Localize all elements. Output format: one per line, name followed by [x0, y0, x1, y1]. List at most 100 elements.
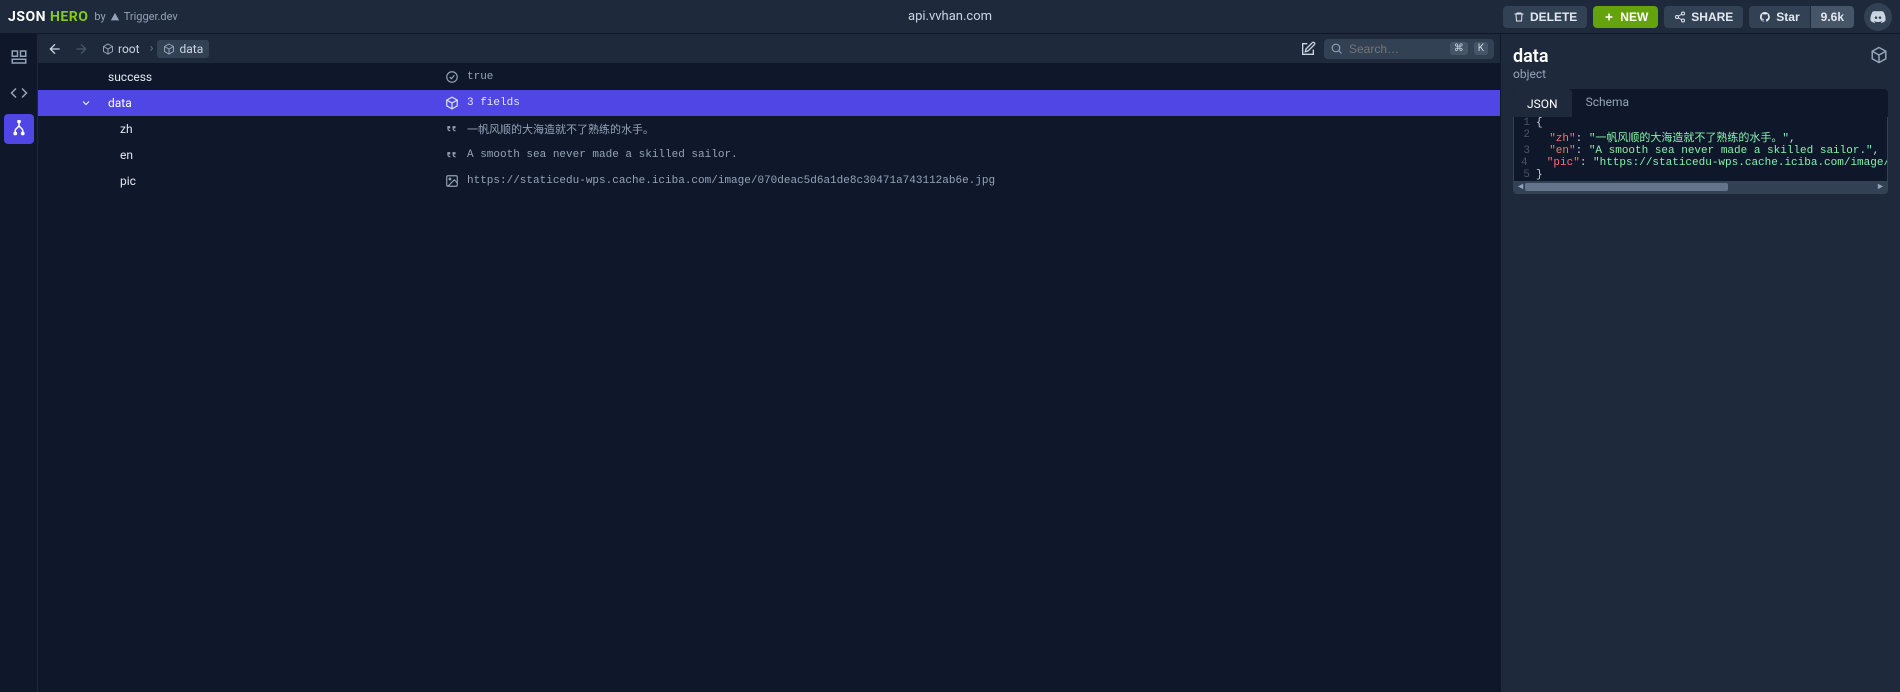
- view-columns-button[interactable]: [4, 42, 34, 72]
- cube-icon: [445, 96, 467, 110]
- code-text: ,: [1873, 145, 1880, 157]
- code-text: "zh": [1549, 133, 1575, 145]
- trigger-icon: [110, 12, 120, 22]
- quote-icon: [445, 122, 467, 136]
- star-count[interactable]: 9.6k: [1811, 6, 1854, 28]
- edit-icon: [1300, 41, 1316, 57]
- tab-json[interactable]: JSON: [1513, 89, 1572, 117]
- image-icon: [445, 174, 467, 188]
- expand-button[interactable]: [1870, 46, 1888, 64]
- arrow-left-icon: [47, 41, 63, 57]
- collapse-toggle[interactable]: [38, 97, 100, 109]
- panel-type: object: [1513, 67, 1549, 81]
- cube-icon: [163, 43, 175, 55]
- row-success[interactable]: success true: [38, 64, 1500, 90]
- row-zh[interactable]: zh 一帆风顺的大海造就不了熟练的水手。: [38, 116, 1500, 142]
- edit-button[interactable]: [1300, 41, 1316, 57]
- plus-icon: [1603, 11, 1615, 23]
- github-group: Star 9.6k: [1749, 6, 1854, 28]
- crumb-root[interactable]: root: [96, 40, 146, 58]
- search-input[interactable]: [1349, 42, 1444, 56]
- code-text: {: [1536, 117, 1543, 129]
- forward-button[interactable]: [70, 38, 92, 60]
- tabbar: root › data ⌘ K: [38, 34, 1500, 64]
- val-zh: 一帆风顺的大海造就不了熟练的水手。: [467, 121, 1500, 137]
- new-label: NEW: [1620, 10, 1648, 24]
- star-button[interactable]: Star: [1749, 6, 1809, 28]
- by-line[interactable]: by Trigger.dev: [94, 10, 177, 23]
- val-en: A smooth sea never made a skilled sailor…: [467, 149, 1500, 161]
- trash-icon: [1513, 11, 1525, 23]
- json-rows: success true data 3 fields zh 一帆风顺的大海造就不…: [38, 64, 1500, 692]
- code-text: :: [1576, 133, 1589, 145]
- code-viewer[interactable]: 1{ 2 "zh": "一帆风顺的大海造就不了熟练的水手。", 3 "en": …: [1513, 117, 1888, 194]
- row-pic[interactable]: pic https://staticedu-wps.cache.iciba.co…: [38, 168, 1500, 194]
- tab-schema[interactable]: Schema: [1572, 89, 1643, 117]
- discord-button[interactable]: [1864, 3, 1892, 31]
- by-text: by: [94, 10, 105, 23]
- val-data: 3 fields: [467, 97, 1500, 109]
- line-num: 5: [1514, 169, 1536, 181]
- code-text: "https://staticedu-wps.cache.iciba.com/i…: [1593, 157, 1887, 169]
- delete-button[interactable]: DELETE: [1503, 6, 1587, 28]
- share-label: SHARE: [1691, 10, 1733, 24]
- crumb-data[interactable]: data: [157, 40, 209, 58]
- scroll-right-icon[interactable]: ►: [1876, 182, 1885, 192]
- right-panel: data object JSON Schema 1{ 2 "zh": "一帆风顺…: [1500, 34, 1900, 692]
- code-text: "pic": [1547, 157, 1580, 169]
- delete-label: DELETE: [1530, 10, 1577, 24]
- row-en[interactable]: en A smooth sea never made a skilled sai…: [38, 142, 1500, 168]
- kbd-cmd: ⌘: [1450, 42, 1468, 55]
- new-button[interactable]: NEW: [1593, 6, 1658, 28]
- key-success: success: [100, 70, 445, 84]
- val-success: true: [467, 71, 1500, 83]
- code-text: "A smooth sea never made a skilled sailo…: [1589, 145, 1873, 157]
- tree-icon: [10, 120, 28, 138]
- horizontal-scrollbar[interactable]: ◄ ►: [1514, 181, 1887, 193]
- sidebar: [0, 34, 38, 692]
- chevron-right-icon: ›: [150, 41, 154, 56]
- share-icon: [1674, 11, 1686, 23]
- code-text: "一帆风顺的大海造就不了熟练的水手。": [1589, 133, 1789, 145]
- logo-hero: HERO: [50, 9, 88, 25]
- quote-icon: [445, 148, 467, 162]
- val-pic: https://staticedu-wps.cache.iciba.com/im…: [467, 175, 1500, 187]
- logo-json: JSON: [8, 9, 46, 25]
- row-data[interactable]: data 3 fields: [38, 90, 1500, 116]
- code-text: :: [1576, 145, 1589, 157]
- kbd-k: K: [1474, 42, 1488, 55]
- code-icon: [10, 84, 28, 102]
- view-tree-button[interactable]: [4, 114, 34, 144]
- check-icon: [445, 70, 467, 84]
- line-num: 4: [1514, 157, 1534, 169]
- search-box[interactable]: ⌘ K: [1324, 39, 1494, 59]
- panel-tabs: JSON Schema: [1513, 89, 1888, 117]
- topbar: JSON HERO by Trigger.dev api.vvhan.com D…: [0, 0, 1900, 34]
- topbar-actions: DELETE NEW SHARE Star 9.6k: [1503, 3, 1892, 31]
- arrow-right-icon: [73, 41, 89, 57]
- scroll-thumb[interactable]: [1525, 183, 1728, 191]
- page-title: api.vvhan.com: [908, 9, 992, 24]
- view-code-button[interactable]: [4, 78, 34, 108]
- code-text: }: [1536, 169, 1543, 181]
- key-data: data: [100, 96, 445, 110]
- back-button[interactable]: [44, 38, 66, 60]
- discord-icon: [1870, 9, 1886, 25]
- chevron-down-icon: [80, 97, 92, 109]
- share-button[interactable]: SHARE: [1664, 6, 1743, 28]
- github-icon: [1759, 11, 1771, 23]
- scroll-left-icon[interactable]: ◄: [1516, 182, 1525, 192]
- code-text: ,: [1789, 133, 1796, 145]
- key-zh: zh: [100, 122, 445, 136]
- key-en: en: [100, 148, 445, 162]
- line-num: 3: [1514, 145, 1536, 157]
- crumb-root-label: root: [118, 42, 140, 56]
- columns-icon: [10, 48, 28, 66]
- code-text: :: [1580, 157, 1593, 169]
- crumb-data-label: data: [179, 42, 203, 56]
- star-label: Star: [1776, 10, 1799, 24]
- search-icon: [1330, 42, 1343, 55]
- panel-title: data: [1513, 46, 1549, 67]
- logo[interactable]: JSON HERO: [8, 9, 88, 25]
- star-count-label: 9.6k: [1821, 10, 1844, 24]
